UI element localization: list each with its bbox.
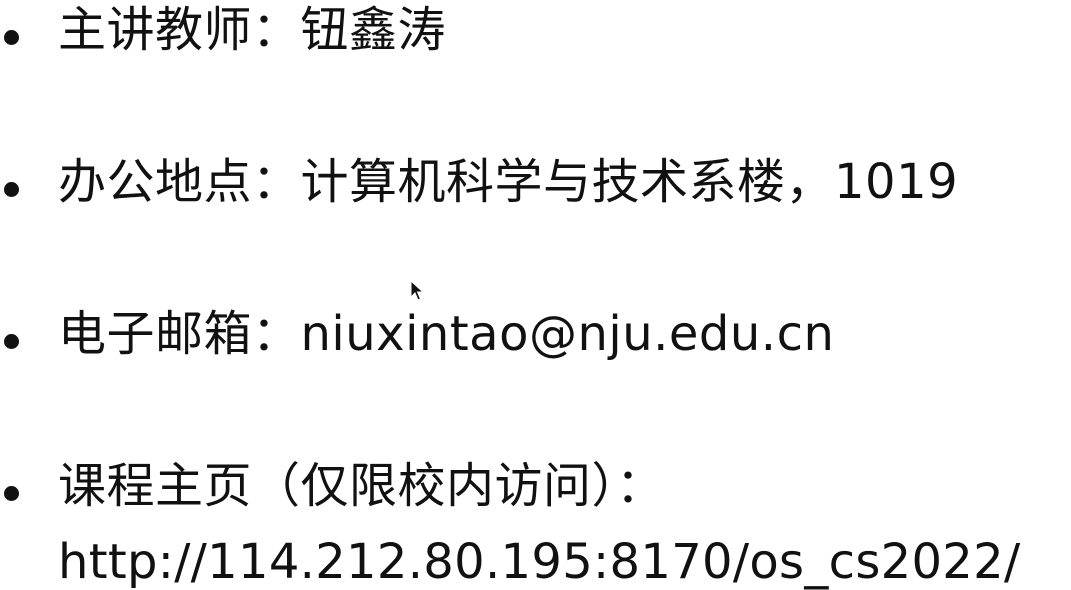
office-text: 办公地点：计算机科学与技术系楼，1019	[58, 154, 959, 210]
slide: 主讲教师：钮鑫涛 办公地点：计算机科学与技术系楼，1019 电子邮箱：niuxi…	[0, 0, 1071, 590]
instructor-text: 主讲教师：钮鑫涛	[58, 2, 447, 58]
mouse-pointer-icon	[410, 280, 424, 301]
bullet-dot	[4, 182, 19, 197]
bullet-dot	[4, 30, 19, 45]
bullet-dot	[4, 334, 19, 349]
email-text: 电子邮箱：niuxintao@nju.edu.cn	[58, 306, 835, 362]
homepage-url[interactable]: http://114.212.80.195:8170/os_cs2022/	[58, 534, 1020, 590]
homepage-label: 课程主页（仅限校内访问）：	[58, 458, 665, 514]
bullet-dot	[4, 486, 19, 501]
